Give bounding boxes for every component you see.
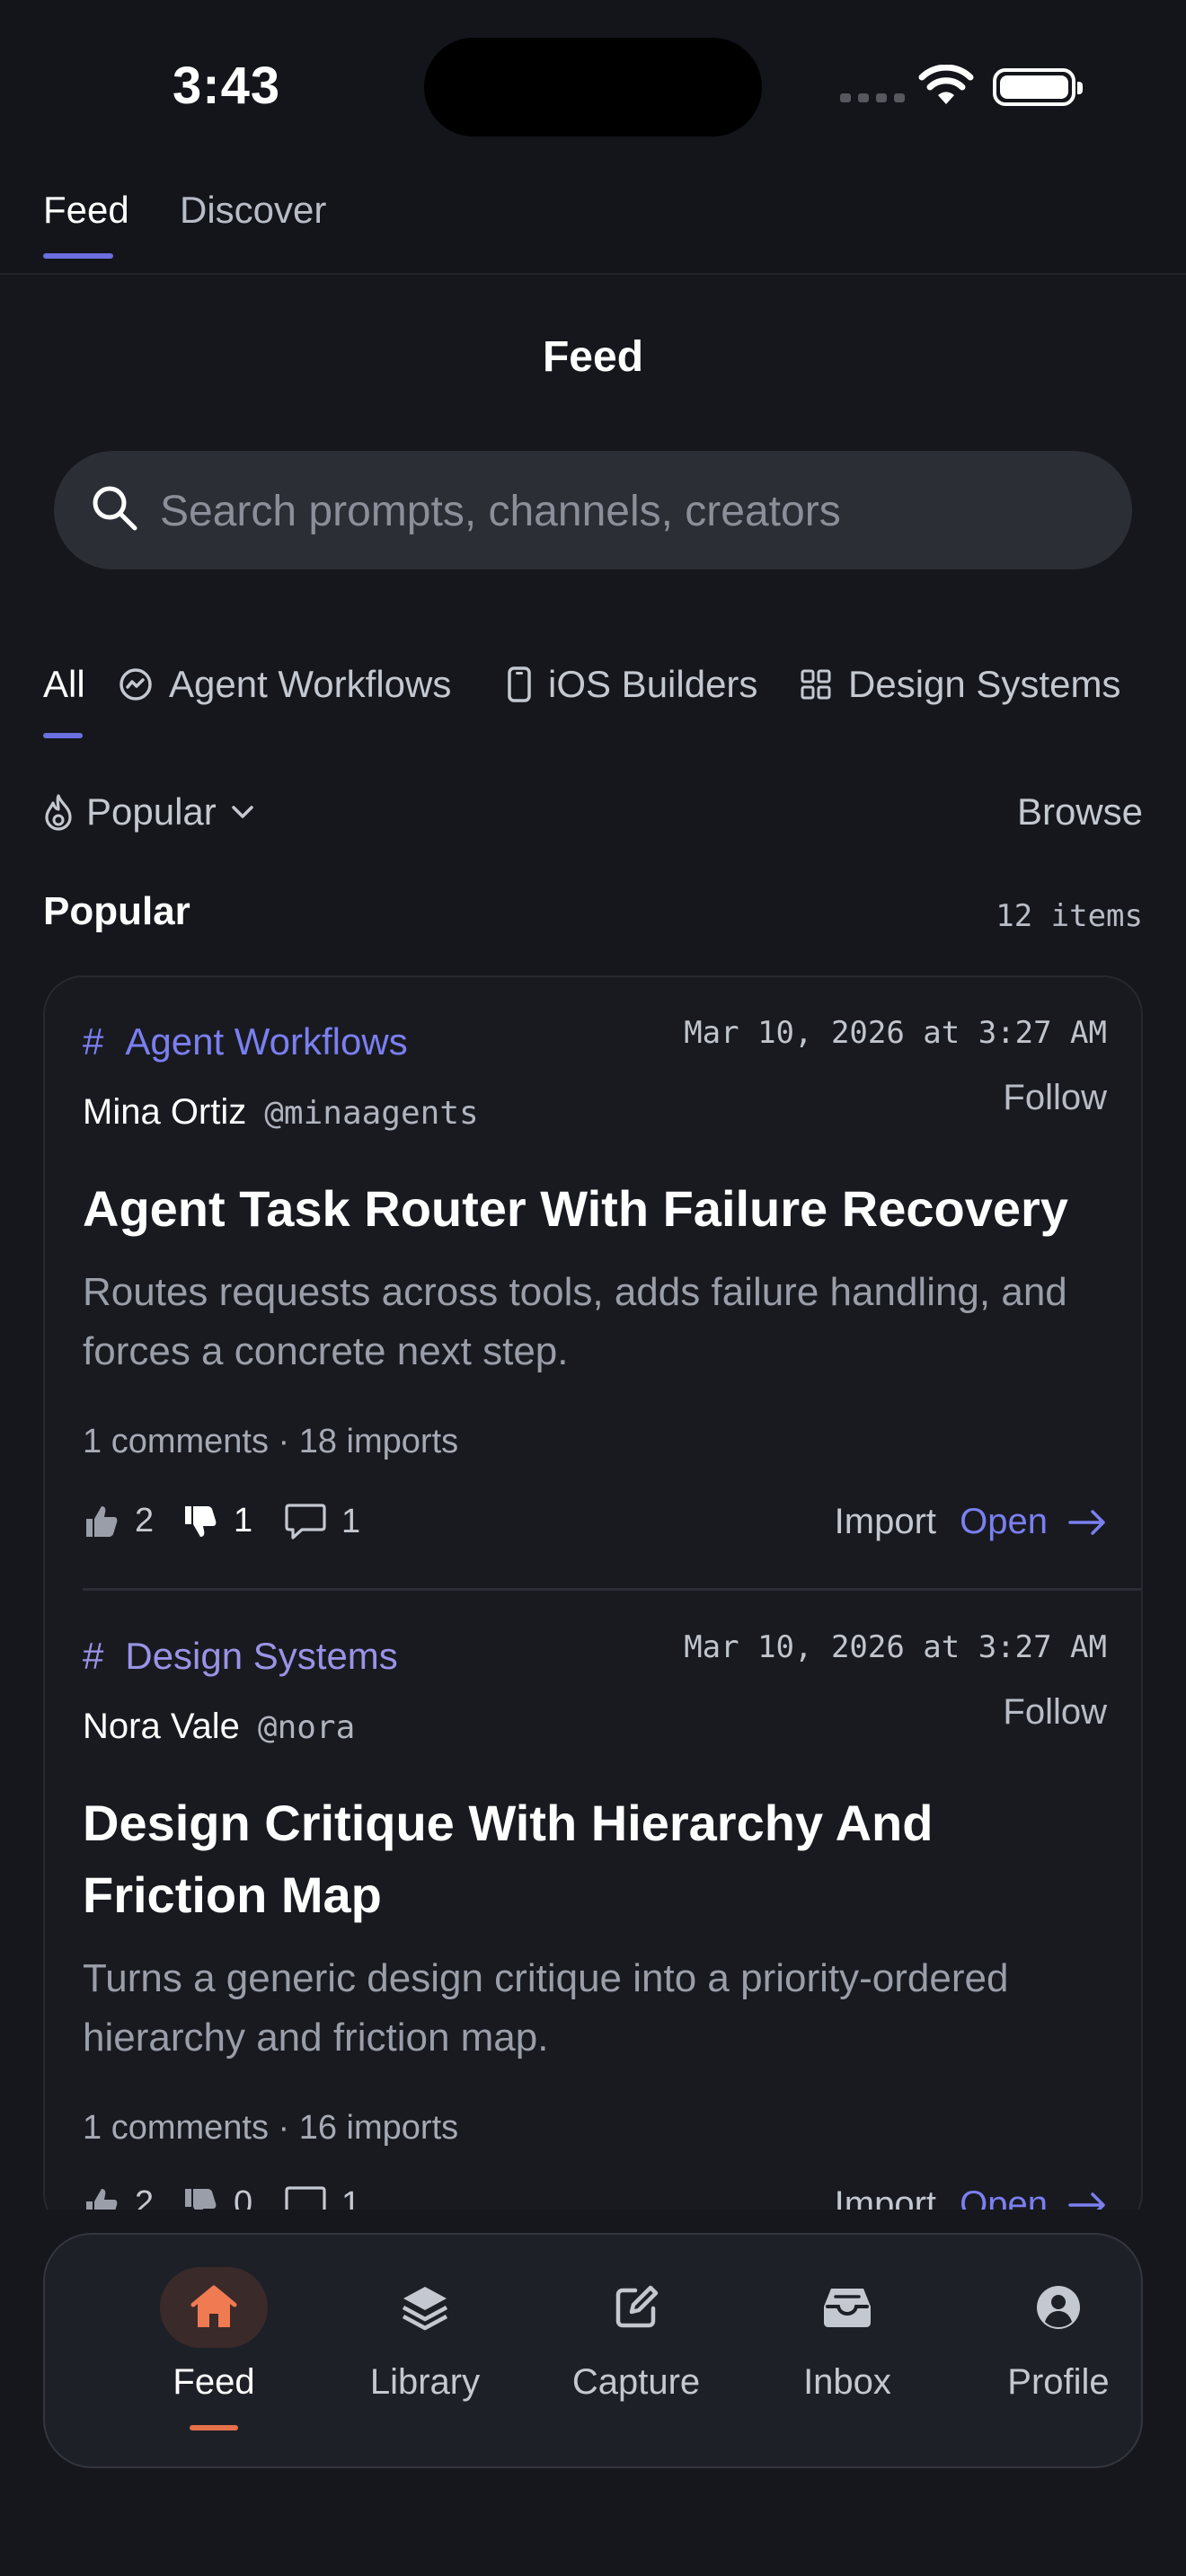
feed-post[interactable]: # Agent Workflows Mar 10, 2026 at 3:27 A… <box>83 977 1107 1588</box>
comment-icon <box>285 1504 326 1539</box>
chip-agent-workflows[interactable]: Agent Workflows <box>119 663 451 706</box>
status-bar: 3:43 <box>0 0 1186 171</box>
chip-label: iOS Builders <box>548 663 758 705</box>
post-date: Mar 10, 2026 at 3:27 AM <box>684 1015 1107 1051</box>
author-row[interactable]: Nora Vale @nora <box>83 1707 355 1747</box>
post-meta: 1 comments · 18 imports <box>83 1423 459 1460</box>
chip-design-systems[interactable]: Design Systems <box>800 663 1120 706</box>
search-placeholder: Search prompts, channels, creators <box>160 488 841 535</box>
thumbs-up-icon <box>86 1505 118 1537</box>
chip-ios-builders[interactable]: iOS Builders <box>507 663 757 706</box>
channel-label: Agent Workflows <box>125 1020 408 1063</box>
feed-post[interactable]: # Design Systems Mar 10, 2026 at 3:27 AM… <box>83 1592 1107 2231</box>
like-count: 2 <box>135 1502 155 1539</box>
post-description: Routes requests across tools, adds failu… <box>83 1270 1067 1373</box>
active-chip-indicator <box>43 733 83 738</box>
hash-icon: # <box>83 1635 104 1677</box>
comment-button[interactable]: 1 <box>284 1502 360 1541</box>
tab-label: Library <box>369 2362 481 2402</box>
tabbar-item-library[interactable]: Library <box>335 2235 515 2470</box>
bottom-tab-bar: Feed Library Capture Inbox Profile <box>43 2233 1143 2468</box>
post-description: Turns a generic design critique into a p… <box>83 1956 1009 2060</box>
author-name: Nora Vale <box>83 1707 240 1746</box>
post-divider <box>83 1588 1141 1591</box>
feed-list: # Agent Workflows Mar 10, 2026 at 3:27 A… <box>43 975 1143 2233</box>
channel-link[interactable]: # Agent Workflows <box>83 1020 408 1063</box>
dislike-button[interactable]: 1 <box>181 1502 252 1540</box>
tabbar-item-feed[interactable]: Feed <box>124 2235 304 2470</box>
channel-filter-bar: All Agent Workflows iOS Builders Design … <box>0 663 1186 744</box>
profile-icon <box>1005 2267 1112 2348</box>
tab-label: Capture <box>571 2362 701 2402</box>
author-handle: @minaagents <box>264 1095 479 1132</box>
chip-all[interactable]: All <box>43 663 85 706</box>
like-button[interactable]: 2 <box>83 1502 154 1540</box>
battery-icon <box>993 68 1083 106</box>
active-tab-indicator <box>43 253 113 259</box>
follow-button[interactable]: Follow <box>1003 1078 1107 1118</box>
import-button[interactable]: Import <box>835 1502 936 1542</box>
wifi-icon <box>918 65 974 104</box>
search-input[interactable]: Search prompts, channels, creators <box>54 451 1132 569</box>
hash-icon: # <box>83 1020 104 1063</box>
tab-label: Feed <box>173 2362 255 2402</box>
post-title[interactable]: Agent Task Router With Failure Recovery <box>83 1173 1107 1245</box>
home-icon <box>160 2267 268 2348</box>
edit-icon <box>582 2267 690 2348</box>
sort-row: Popular Browse <box>43 790 1143 844</box>
chip-label: Design Systems <box>848 663 1121 705</box>
channel-link[interactable]: # Design Systems <box>83 1635 398 1678</box>
active-tab-indicator <box>190 2425 238 2430</box>
comment-count: 1 <box>341 1502 361 1540</box>
dislike-count: 1 <box>234 1502 253 1539</box>
tabbar-item-profile[interactable]: Profile <box>969 2235 1148 2470</box>
open-button[interactable]: Open <box>960 1502 1107 1542</box>
chip-label: Agent Workflows <box>169 663 452 705</box>
page-title: Feed <box>542 333 644 381</box>
status-time: 3:43 <box>173 57 281 115</box>
post-date: Mar 10, 2026 at 3:27 AM <box>684 1629 1107 1665</box>
tabbar-item-capture[interactable]: Capture <box>546 2235 726 2470</box>
grid-icon <box>801 669 831 700</box>
layers-icon <box>371 2267 479 2348</box>
cellular-signal-icon <box>840 93 905 102</box>
search-icon <box>93 486 137 531</box>
post-meta: 1 comments · 16 imports <box>83 2109 459 2147</box>
sort-dropdown[interactable]: Popular <box>43 790 256 834</box>
agent-icon <box>119 668 152 701</box>
tab-discover[interactable]: Discover <box>180 189 326 232</box>
author-handle: @nora <box>257 1709 356 1746</box>
author-name: Mina Ortiz <box>83 1092 247 1132</box>
flame-icon <box>45 794 72 831</box>
sort-label: Popular <box>86 790 217 833</box>
item-count: 12 items <box>996 898 1143 934</box>
phone-icon <box>508 666 531 702</box>
arrow-right-icon <box>1068 1509 1105 1535</box>
inbox-icon <box>793 2267 901 2348</box>
tab-label: Profile <box>1007 2362 1110 2402</box>
tab-feed[interactable]: Feed <box>43 189 129 232</box>
tabbar-item-inbox[interactable]: Inbox <box>757 2235 937 2470</box>
follow-button[interactable]: Follow <box>1003 1692 1107 1733</box>
channel-label: Design Systems <box>125 1635 398 1677</box>
browse-link[interactable]: Browse <box>1017 790 1143 834</box>
author-row[interactable]: Mina Ortiz @minaagents <box>83 1092 479 1133</box>
chevron-down-icon <box>232 806 253 818</box>
post-actions: 2 1 1 Import Open <box>83 1502 1107 1556</box>
thumbs-down-icon <box>185 1505 217 1537</box>
post-title[interactable]: Design Critique With Hierarchy And Frict… <box>83 1787 1107 1931</box>
top-tab-bar: Feed Discover <box>0 171 1186 275</box>
section-title: Popular <box>43 889 190 933</box>
dynamic-island <box>424 38 762 137</box>
open-label: Open <box>960 1502 1048 1541</box>
chip-label: All <box>43 663 85 705</box>
tab-label: Inbox <box>803 2362 891 2402</box>
